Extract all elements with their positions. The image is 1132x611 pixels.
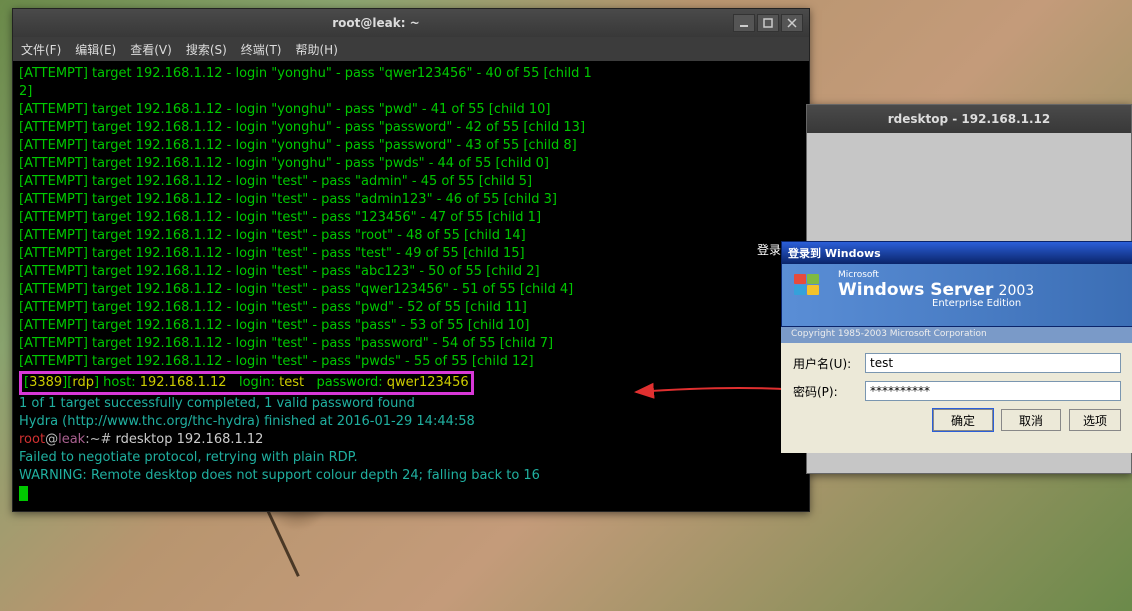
menu-search[interactable]: 搜索(S) <box>186 41 227 58</box>
username-label: 用户名(U): <box>793 355 865 372</box>
menu-file[interactable]: 文件(F) <box>21 41 61 58</box>
copyright-pre: Copyright <box>791 329 835 339</box>
brand-edition: Enterprise Edition <box>932 298 1122 309</box>
windows-logo-icon <box>794 274 822 295</box>
menu-help[interactable]: 帮助(H) <box>296 41 338 58</box>
terminal-window: root@leak: ~ 文件(F) 编辑(E) 查看(V) 搜索(S) 终端(… <box>12 8 810 512</box>
brand-ms: Microsoft <box>838 270 1122 280</box>
password-label: 密码(P): <box>793 383 865 400</box>
rdesktop-window: rdesktop - 192.168.1.12 登录到 登录到 Windows … <box>806 104 1132 474</box>
username-input[interactable] <box>865 353 1121 373</box>
cancel-button[interactable]: 取消 <box>1001 409 1061 431</box>
brand-year: 2003 <box>999 283 1035 299</box>
close-button[interactable] <box>781 14 803 32</box>
menu-view[interactable]: 查看(V) <box>130 41 172 58</box>
brand-product: Windows Server <box>838 280 993 300</box>
brand-text: Microsoft Windows Server 2003 Enterprise… <box>838 270 1122 309</box>
terminal-output[interactable]: [ATTEMPT] target 192.168.1.12 - login "y… <box>13 61 809 511</box>
xp-login-window: 登录到 Windows Microsoft Windows Server 200… <box>781 241 1132 327</box>
password-input[interactable] <box>865 381 1121 401</box>
terminal-titlebar[interactable]: root@leak: ~ <box>13 9 809 37</box>
xp-login-form: 用户名(U): 密码(P): 确定 取消 选项 <box>781 343 1132 453</box>
options-button[interactable]: 选项 <box>1069 409 1121 431</box>
terminal-menubar: 文件(F) 编辑(E) 查看(V) 搜索(S) 终端(T) 帮助(H) <box>13 37 809 61</box>
maximize-button[interactable] <box>757 14 779 32</box>
menu-edit[interactable]: 编辑(E) <box>75 41 116 58</box>
menu-terminal[interactable]: 终端(T) <box>241 41 282 58</box>
rdesktop-title[interactable]: rdesktop - 192.168.1.12 <box>807 105 1131 133</box>
terminal-title: root@leak: ~ <box>19 16 733 30</box>
xp-banner: Microsoft Windows Server 2003 Enterprise… <box>782 264 1132 326</box>
copyright-text: 1985-2003 Microsoft Corporation <box>838 329 987 339</box>
rdesktop-body: 登录到 登录到 Windows Microsoft Windows Server… <box>807 133 1131 473</box>
xp-titlebar[interactable]: 登录到 Windows <box>782 242 1132 264</box>
copyright-bar: Copyright 1985-2003 Microsoft Corporatio… <box>781 327 1132 343</box>
ok-button[interactable]: 确定 <box>933 409 993 431</box>
minimize-button[interactable] <box>733 14 755 32</box>
